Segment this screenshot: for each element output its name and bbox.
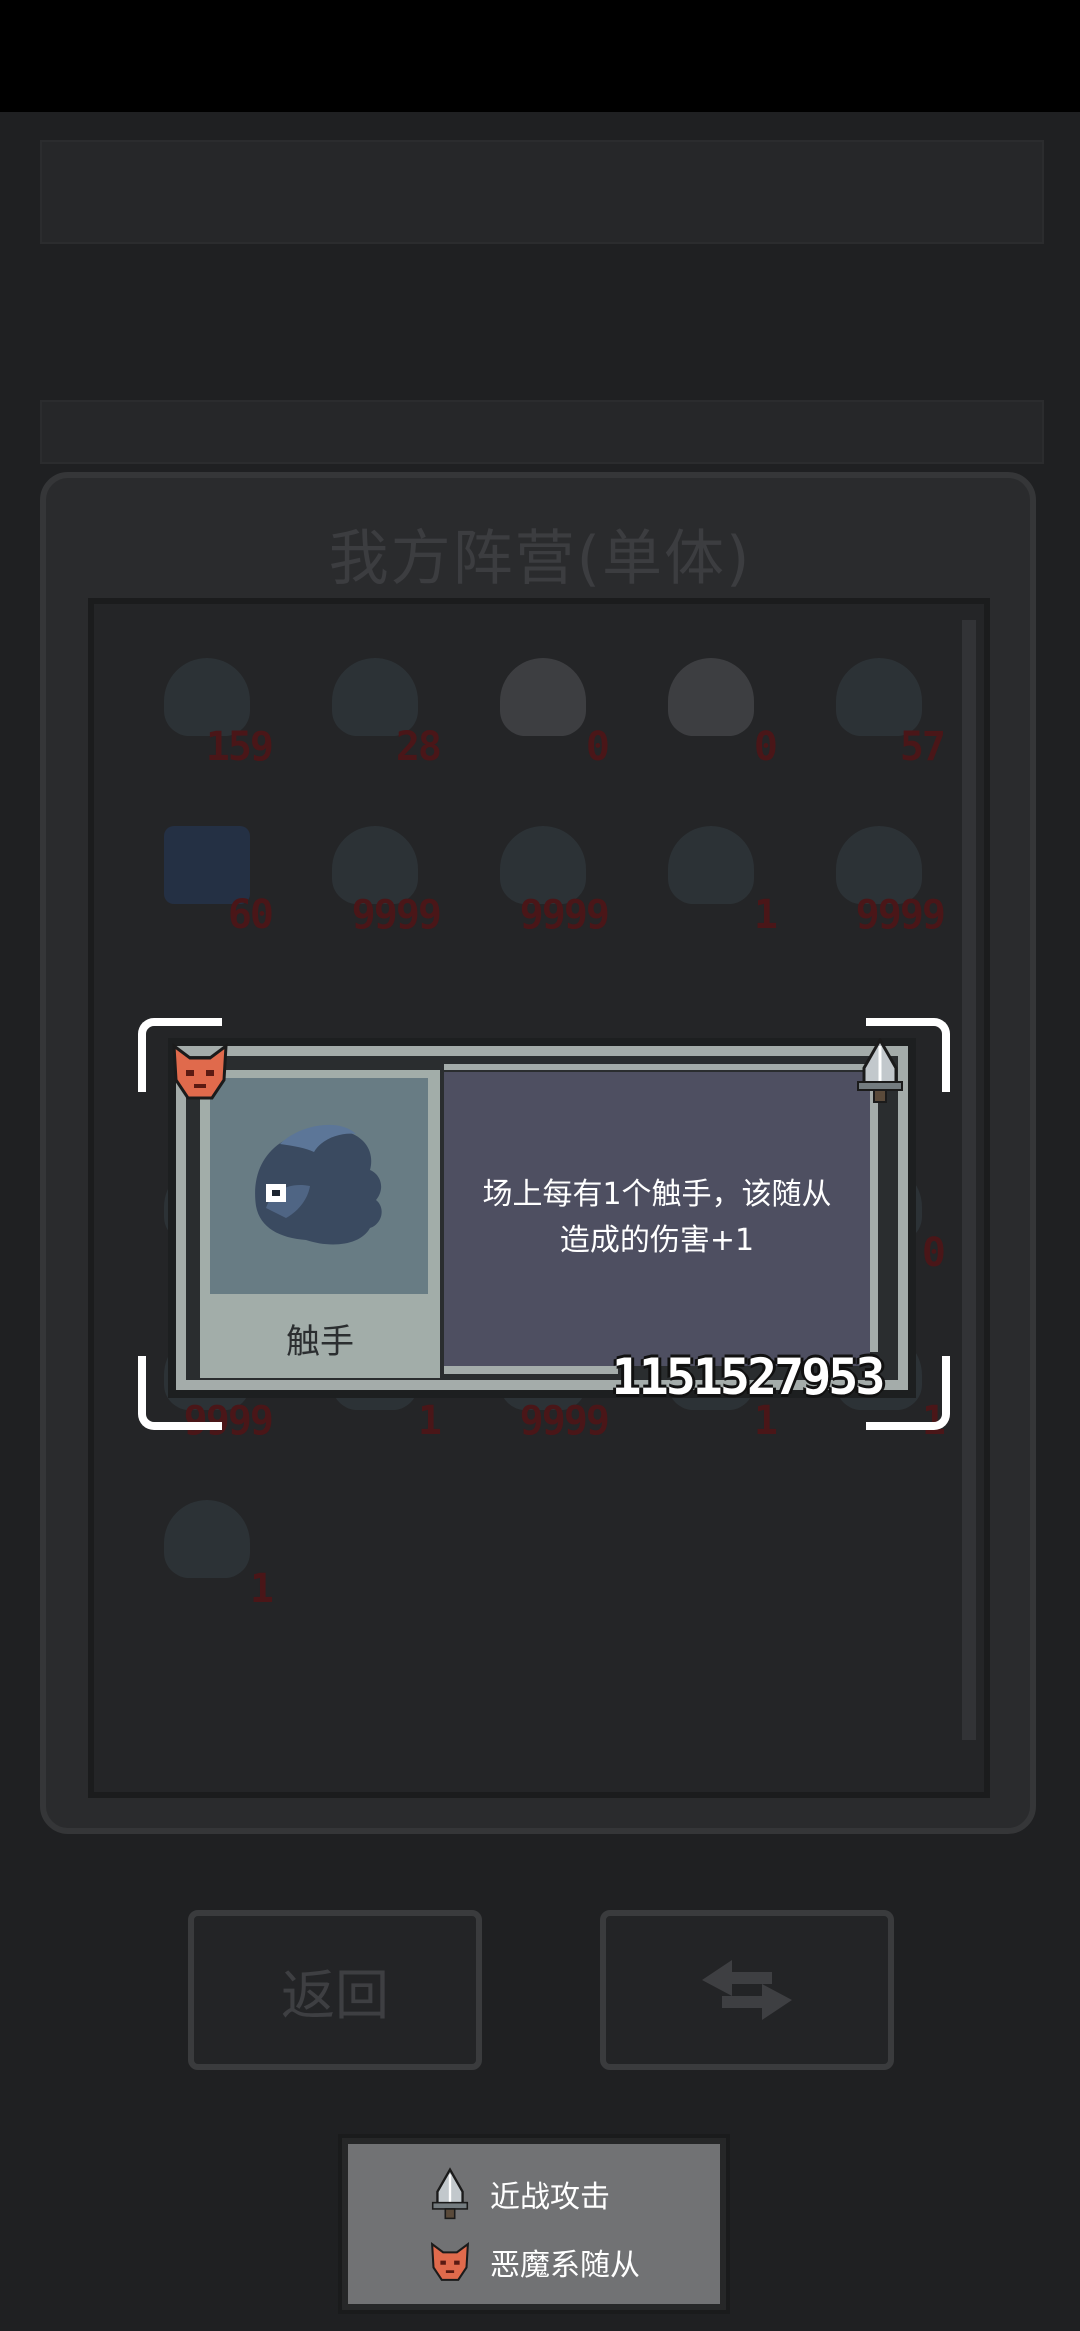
unit-slot[interactable]: 28 [304,640,444,780]
unit-value: 28 [395,724,442,770]
legend-label-melee: 近战攻击 [490,2180,610,2215]
demon-icon [168,1040,232,1104]
unit-value: 9999 [519,892,610,938]
sword-icon [431,2167,469,2220]
unit-grid-scrollbar[interactable] [962,620,976,1740]
card-description: 场上每有1个触手，该随从 造成的伤害+1 [448,1172,866,1264]
card-portrait [210,1078,428,1294]
card-description-line1: 场上每有1个触手，该随从 [482,1177,832,1212]
unit-slot[interactable]: 159 [136,640,276,780]
unit-value: 1 [417,1398,442,1444]
unit-value: 1 [753,892,778,938]
unit-slot[interactable]: 1 [640,808,780,948]
tentacle-icon [668,826,754,904]
card-unit-name: 触手 [286,1321,354,1362]
tentacle-icon [255,1124,382,1245]
refresh-icon [702,1960,792,2020]
unit-value: 1 [249,1566,274,1612]
dimmed-header [40,140,1044,244]
card-right-edge [870,1082,878,1352]
card-number: 1151527953 [611,1348,885,1406]
legend-item-melee: 近战攻击 [428,2164,610,2224]
team-panel-title: 我方阵营(单体) [328,524,752,594]
unit-slot[interactable]: 9999 [304,808,444,948]
unit-value: 9999 [351,892,442,938]
refresh-button[interactable] [600,1910,894,2070]
unit-value: 159 [205,724,274,770]
unit-value: 9999 [855,892,946,938]
demon-icon [430,2241,470,2281]
unit-slot[interactable]: 9999 [808,808,948,948]
status-bar [0,0,1080,112]
card-description-line2: 造成的伤害+1 [559,1223,755,1258]
unit-slot[interactable]: 9999 [472,808,612,948]
ghost-pale-icon [500,658,586,736]
game-screen: 我方阵营(单体) 1592800576099999999199999999999… [0,0,1080,2331]
card-top-bar [444,1064,876,1070]
unit-value: 0 [921,1230,946,1276]
unit-value: 60 [227,892,274,938]
legend-panel: 近战攻击 恶魔系随从 [342,2138,726,2310]
unit-slot[interactable]: 1 [136,1482,276,1622]
unit-slot[interactable]: 0 [640,640,780,780]
legend-item-demon: 恶魔系随从 [428,2232,640,2292]
dimmed-tabs [40,400,1044,464]
unit-slot[interactable]: 0 [472,640,612,780]
unit-value: 0 [753,724,778,770]
unit-slot[interactable]: 57 [808,640,948,780]
unit-value: 0 [585,724,610,770]
ghost-pale-icon [668,658,754,736]
unit-slot[interactable]: 60 [136,808,276,948]
sword-icon [852,1036,908,1104]
unit-value: 57 [899,724,946,770]
legend-label-demon: 恶魔系随从 [490,2248,640,2283]
back-button[interactable]: 返回 [188,1910,482,2070]
tentacle-icon [164,1500,250,1578]
